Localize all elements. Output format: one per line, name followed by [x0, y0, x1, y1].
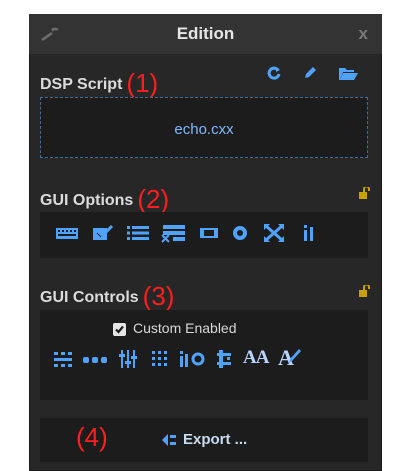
pause-bars-icon[interactable]: [304, 225, 314, 241]
close-button[interactable]: x: [359, 24, 368, 44]
title-bar: Edition x: [29, 14, 382, 54]
window-title: Edition: [176, 24, 235, 43]
annotation-4: (4): [76, 422, 108, 452]
checkbox-list-icon[interactable]: [93, 225, 113, 241]
annotation-1: (1): [126, 68, 159, 98]
sliders-icon[interactable]: [119, 350, 137, 368]
unlock-icon[interactable]: [359, 187, 371, 199]
dots-icon[interactable]: [83, 354, 107, 364]
gui-controls-title: GUI Controls: [40, 289, 139, 306]
font-size-glyph: AA: [243, 347, 269, 368]
script-file-name[interactable]: echo.cxx: [41, 121, 367, 138]
open-folder-icon[interactable]: [338, 66, 358, 81]
font-pencil-icon: [289, 349, 301, 363]
matrix-icon[interactable]: [152, 351, 168, 367]
checkmark-icon: [115, 325, 124, 334]
custom-enabled-checkbox[interactable]: [113, 323, 126, 336]
vertical-slider-icon[interactable]: [217, 350, 231, 368]
list-remove-icon[interactable]: [161, 225, 185, 243]
crossed-arrows-icon[interactable]: [264, 224, 284, 242]
dsp-script-dropzone[interactable]: echo.cxx: [40, 97, 368, 158]
gui-options-title: GUI Options: [40, 192, 134, 209]
annotation-2: (2): [137, 184, 170, 214]
circle-icon[interactable]: [233, 226, 247, 240]
grid-icon[interactable]: [54, 352, 72, 367]
unlock-icon-2[interactable]: [359, 285, 371, 297]
export-button[interactable]: (4) Export ...: [40, 418, 368, 462]
gui-options-heading: GUI Options (2): [40, 181, 170, 214]
dsp-script-heading: DSP Script (1): [40, 65, 159, 98]
knob-icon[interactable]: [180, 351, 206, 367]
export-arrow-icon: [162, 434, 176, 446]
gui-options-toolbar: [40, 212, 368, 258]
list-icon[interactable]: [127, 226, 149, 240]
gui-controls-heading: GUI Controls (3): [40, 278, 175, 311]
font-style-icon[interactable]: A: [278, 345, 301, 371]
dsp-script-title: DSP Script: [40, 76, 123, 93]
annotation-3: (3): [142, 281, 175, 311]
edit-pencil-icon[interactable]: [302, 65, 318, 81]
export-label: Export ...: [183, 431, 248, 448]
refresh-icon[interactable]: [267, 66, 281, 80]
font-size-icon[interactable]: AA: [243, 347, 269, 369]
edition-panel: Edition x DSP Script (1) echo.cxx GUI Opt…: [29, 14, 382, 471]
keyboard-icon[interactable]: [56, 227, 78, 240]
battery-icon[interactable]: [200, 227, 218, 239]
custom-enabled-label: Custom Enabled: [133, 320, 237, 336]
